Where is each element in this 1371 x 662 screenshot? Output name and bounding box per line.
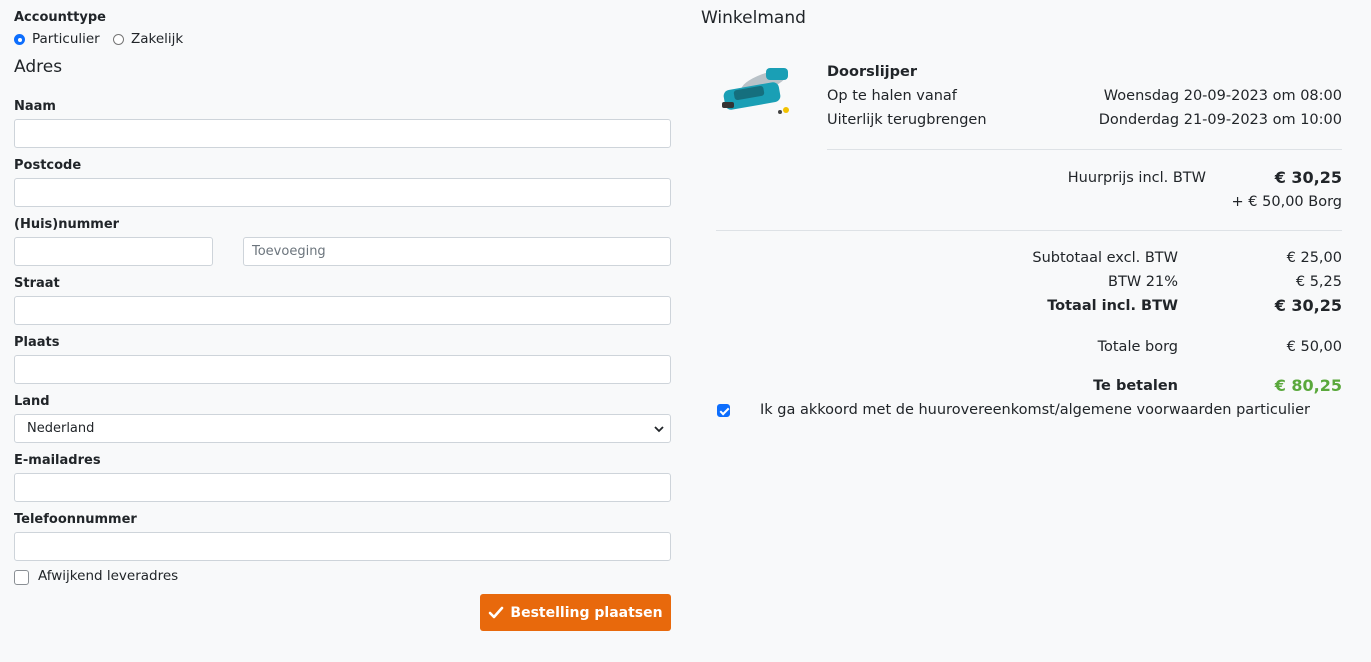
account-type-label: Accounttype	[14, 10, 106, 25]
postcode-input[interactable]	[14, 178, 671, 207]
email-label: E-mailadres	[14, 453, 101, 468]
total-deposit-value: € 50,00	[1286, 339, 1342, 355]
plaats-input[interactable]	[14, 355, 671, 384]
chevron-down-icon	[654, 426, 664, 433]
check-icon	[489, 606, 504, 618]
straat-label: Straat	[14, 276, 60, 291]
alt-delivery-label[interactable]: Afwijkend leveradres	[38, 568, 178, 584]
toevoeging-input[interactable]: Toevoeging	[243, 237, 671, 266]
deposit-text: + € 50,00 Borg	[1231, 194, 1342, 210]
total-deposit-label: Totale borg	[1097, 339, 1178, 355]
terms-label[interactable]: Ik ga akkoord met de huurovereenkomst/al…	[760, 402, 1310, 418]
subtotal-value: € 25,00	[1286, 250, 1342, 266]
radio-zakelijk-label[interactable]: Zakelijk	[131, 31, 183, 47]
rental-price-value: € 30,25	[1274, 168, 1342, 187]
place-order-button[interactable]: Bestelling plaatsen	[480, 594, 671, 631]
pickup-label: Op te halen vanaf	[827, 88, 957, 104]
land-label: Land	[14, 394, 50, 409]
subtotal-label: Subtotaal excl. BTW	[1032, 250, 1178, 266]
telefoon-label: Telefoonnummer	[14, 512, 137, 527]
telefoon-input[interactable]	[14, 532, 671, 561]
address-section-title: Adres	[14, 57, 63, 77]
pickup-value: Woensdag 20-09-2023 om 08:00	[1103, 88, 1342, 104]
plaats-label: Plaats	[14, 335, 60, 350]
pay-value: € 80,25	[1274, 376, 1342, 395]
cart-title: Winkelmand	[701, 8, 806, 28]
total-label: Totaal incl. BTW	[1047, 298, 1178, 314]
land-select-value: Nederland	[27, 421, 95, 436]
land-select[interactable]: Nederland	[14, 414, 671, 443]
huisnummer-input[interactable]	[14, 237, 213, 266]
huisnummer-label: (Huis)nummer	[14, 217, 120, 232]
vat-value: € 5,25	[1295, 274, 1342, 290]
email-input[interactable]	[14, 473, 671, 502]
straat-input[interactable]	[14, 296, 671, 325]
rental-price-label: Huurprijs incl. BTW	[1067, 170, 1206, 186]
divider	[716, 230, 1342, 231]
product-name: Doorslijper	[827, 64, 918, 80]
naam-label: Naam	[14, 99, 56, 114]
postcode-label: Postcode	[14, 158, 82, 173]
radio-particulier-label[interactable]: Particulier	[32, 31, 100, 47]
radio-zakelijk[interactable]	[113, 34, 124, 45]
total-value: € 30,25	[1274, 296, 1342, 315]
divider	[827, 149, 1342, 150]
naam-input[interactable]	[14, 119, 671, 148]
radio-particulier[interactable]	[14, 34, 25, 45]
alt-delivery-checkbox[interactable]	[14, 570, 29, 585]
place-order-label: Bestelling plaatsen	[510, 604, 663, 621]
product-image	[722, 68, 789, 114]
return-value: Donderdag 21-09-2023 om 10:00	[1098, 112, 1342, 128]
return-label: Uiterlijk terugbrengen	[827, 112, 987, 128]
pay-label: Te betalen	[1093, 378, 1178, 394]
terms-checkbox[interactable]	[717, 404, 730, 417]
vat-label: BTW 21%	[1108, 274, 1178, 290]
